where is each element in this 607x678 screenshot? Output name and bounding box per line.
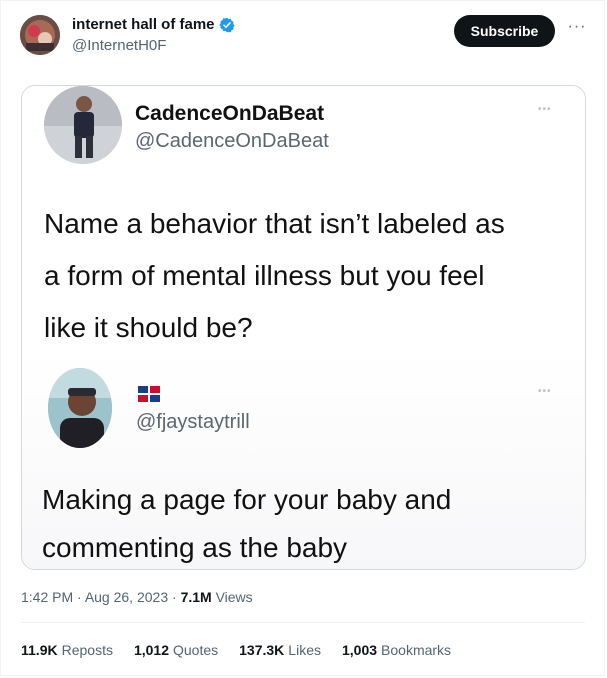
tweet-container: internet hall of fame @InternetH0F Subsc… xyxy=(0,0,605,676)
quotes-label: Quotes xyxy=(173,642,219,658)
reply-more-icon: ••• xyxy=(538,386,552,397)
likes-stat[interactable]: 137.3K Likes xyxy=(239,642,321,658)
views-label: Views xyxy=(215,589,253,605)
meta-separator: · xyxy=(168,589,181,605)
reply-author-avatar xyxy=(48,368,112,448)
views-count: 7.1M xyxy=(180,589,212,605)
bookmarks-count: 1,003 xyxy=(341,642,378,658)
tweet-stats: 11.9K Reposts 1,012 Quotes 137.3K Likes 1,0… xyxy=(21,642,451,658)
reposts-label: Reposts xyxy=(61,642,113,658)
divider xyxy=(21,622,585,623)
reply-author-handle: @fjaystaytrill xyxy=(136,411,250,433)
more-options-icon[interactable]: ··· xyxy=(567,19,587,39)
author-avatar[interactable] xyxy=(20,15,60,55)
author-name-row[interactable]: internet hall of fame xyxy=(72,16,235,33)
bookmarks-label: Bookmarks xyxy=(381,642,452,658)
subscribe-button[interactable]: Subscribe xyxy=(454,15,555,47)
tweet-date[interactable]: Aug 26, 2023 xyxy=(85,589,168,605)
quotes-count: 1,012 xyxy=(133,642,169,658)
reposts-count: 11.9K xyxy=(21,642,58,658)
bookmarks-stat[interactable]: 1,003 Bookmarks xyxy=(342,642,451,658)
author-handle[interactable]: @InternetH0F xyxy=(72,37,166,54)
reposts-stat[interactable]: 11.9K Reposts xyxy=(21,642,113,658)
quotes-stat[interactable]: 1,012 Quotes xyxy=(134,642,218,658)
likes-label: Likes xyxy=(288,642,321,658)
tweet-meta: 1:42 PM · Aug 26, 2023 · 7.1M Views xyxy=(21,589,253,605)
likes-count: 137.3K xyxy=(239,642,285,658)
question-author-handle: @CadenceOnDaBeat xyxy=(135,130,329,152)
tweet-time[interactable]: 1:42 PM xyxy=(21,589,73,605)
question-text: Name a behavior that isn’t labeled as a … xyxy=(44,208,505,343)
embedded-screenshot: CadenceOnDaBeat @CadenceOnDaBeat ••• Nam… xyxy=(22,86,585,569)
question-author-name: CadenceOnDaBeat xyxy=(135,102,325,125)
embedded-image-card[interactable]: CadenceOnDaBeat @CadenceOnDaBeat ••• Nam… xyxy=(21,85,586,570)
reply-text: Making a page for your baby and commenti… xyxy=(42,484,452,563)
meta-separator: · xyxy=(73,589,85,605)
author-name[interactable]: internet hall of fame xyxy=(72,16,215,33)
question-author-avatar xyxy=(44,86,122,164)
question-more-icon: ••• xyxy=(538,104,552,115)
dominican-republic-flag-icon xyxy=(138,386,160,402)
verified-badge-icon xyxy=(218,17,235,33)
